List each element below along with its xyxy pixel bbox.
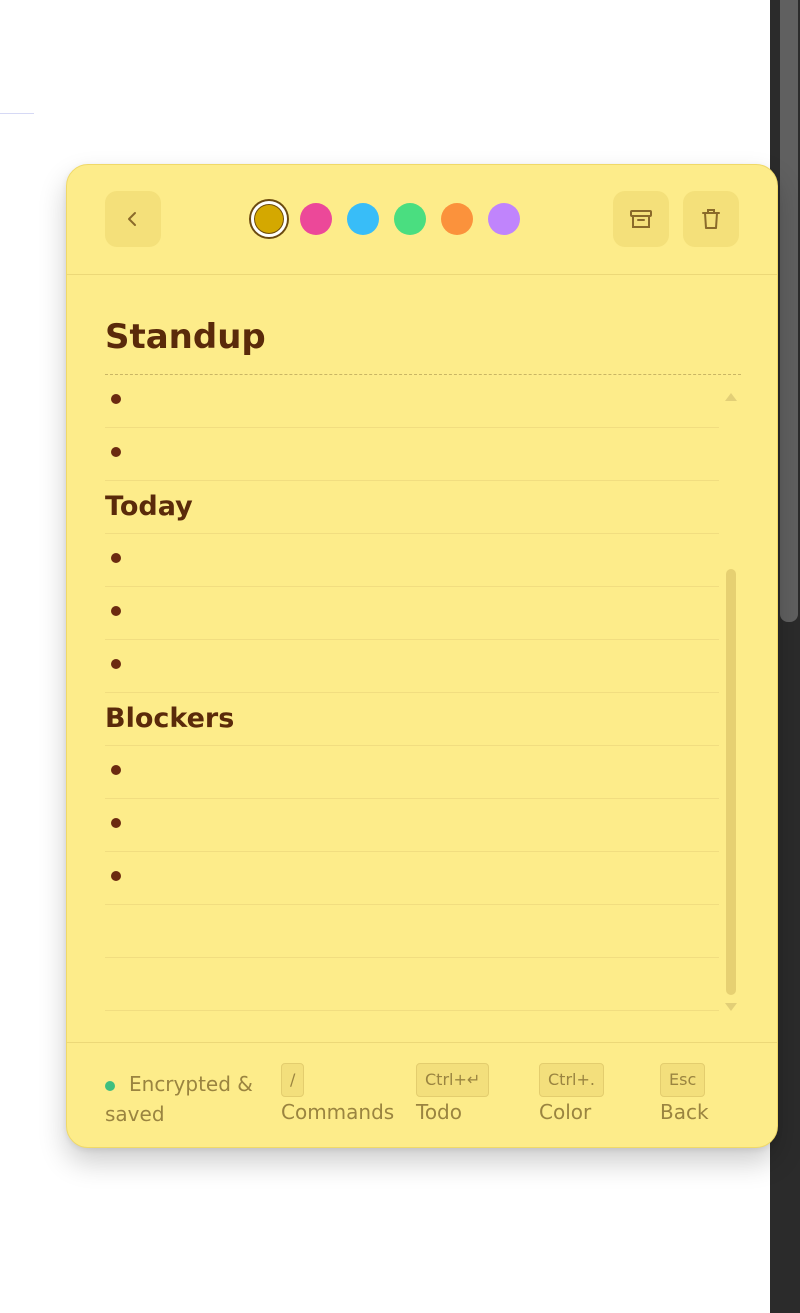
color-swatch-orange[interactable]	[441, 203, 473, 235]
back-button[interactable]	[105, 191, 161, 247]
shortcut-key: Ctrl+.	[539, 1063, 604, 1097]
hint-todo: Ctrl+↵ Todo	[416, 1063, 490, 1125]
note-footer: Encrypted & saved / Commands Ctrl+↵ Todo…	[67, 1042, 777, 1147]
status-text: Encrypted & saved	[105, 1072, 253, 1126]
shortcut-label: Todo	[416, 1100, 462, 1124]
hint-color: Ctrl+. Color	[539, 1063, 604, 1125]
window-scrollbar-thumb[interactable]	[780, 0, 798, 622]
color-swatch-green[interactable]	[394, 203, 426, 235]
section-heading: Today	[105, 491, 193, 522]
bullet-line[interactable]	[105, 640, 719, 693]
shortcut-key: /	[281, 1063, 305, 1097]
note-title[interactable]: Standup	[105, 317, 266, 357]
status-dot	[105, 1080, 115, 1091]
color-swatch-pink[interactable]	[300, 203, 332, 235]
shortcut-label: Back	[660, 1100, 709, 1124]
trash-icon	[702, 209, 720, 229]
hint-back: Esc Back	[660, 1063, 709, 1125]
heading-line[interactable]: Blockers	[105, 693, 719, 746]
empty-line[interactable]	[105, 958, 719, 1011]
color-swatch-yellow[interactable]	[251, 201, 287, 237]
scroll-up-arrow[interactable]	[725, 393, 737, 401]
shortcut-label: Commands	[281, 1100, 395, 1124]
empty-line[interactable]	[105, 905, 719, 958]
note-scrollbar-thumb[interactable]	[726, 569, 736, 995]
note-card: Standup Today Blockers Encrypted & saved …	[66, 164, 778, 1148]
bullet-icon	[111, 394, 121, 404]
color-swatch-purple[interactable]	[488, 203, 520, 235]
bullet-line[interactable]	[105, 746, 719, 799]
note-body[interactable]: Today Blockers	[105, 375, 719, 1011]
shortcut-key: Ctrl+↵	[416, 1063, 490, 1097]
bullet-icon	[111, 447, 121, 457]
save-status: Encrypted & saved	[105, 1069, 275, 1129]
heading-line[interactable]: Today	[105, 481, 719, 534]
color-swatch-blue[interactable]	[347, 203, 379, 235]
bullet-icon	[111, 765, 121, 775]
color-picker	[251, 201, 535, 237]
archive-button[interactable]	[613, 191, 669, 247]
background-divider	[0, 113, 34, 114]
chevron-left-icon	[128, 212, 136, 226]
bullet-line[interactable]	[105, 375, 719, 428]
shortcut-key: Esc	[660, 1063, 706, 1097]
bullet-line[interactable]	[105, 587, 719, 640]
archive-icon	[630, 210, 652, 228]
bullet-icon	[111, 659, 121, 669]
section-heading: Blockers	[105, 703, 235, 734]
bullet-icon	[111, 606, 121, 616]
bullet-icon	[111, 871, 121, 881]
bullet-icon	[111, 818, 121, 828]
bullet-line[interactable]	[105, 534, 719, 587]
bullet-line[interactable]	[105, 799, 719, 852]
bullet-line[interactable]	[105, 852, 719, 905]
shortcut-label: Color	[539, 1100, 592, 1124]
bullet-icon	[111, 553, 121, 563]
scroll-down-arrow[interactable]	[725, 1003, 737, 1011]
hint-commands: / Commands	[281, 1063, 394, 1125]
delete-button[interactable]	[683, 191, 739, 247]
note-toolbar	[67, 165, 777, 275]
bullet-line[interactable]	[105, 428, 719, 481]
